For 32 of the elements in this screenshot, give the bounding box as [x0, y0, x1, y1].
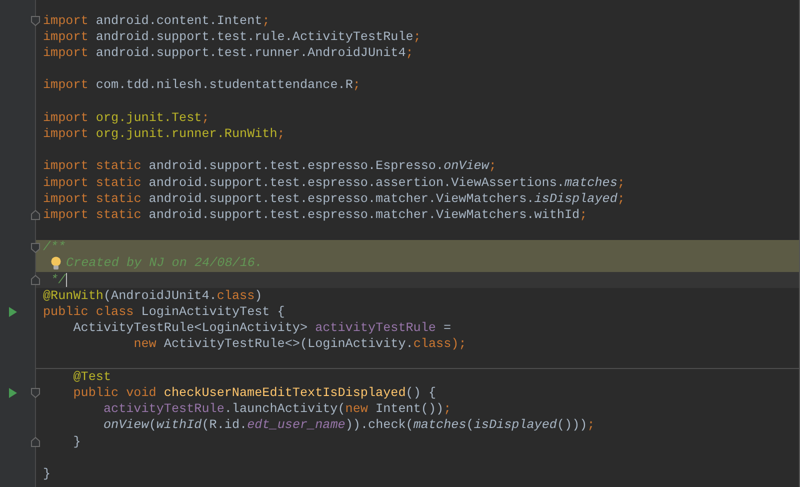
code-line: import org.junit.runner.RunWith;: [43, 126, 285, 143]
code-line: ActivityTestRule<LoginActivity> activityTestRule =: [73, 320, 452, 338]
code-line: import static android.support.test.espresso.matcher.ViewMatchers.withId;: [43, 206, 588, 224]
code-line: new ActivityTestRule<>(LoginActivity.class);: [134, 336, 466, 354]
code-line: import android.support.test.rule.ActivityTestRule;: [43, 28, 421, 46]
code-line: import org.junit.Test;: [43, 110, 210, 127]
code-line: public void checkUserNameEditTextIsDisplayed() {: [73, 384, 436, 402]
code-line: @Test: [73, 368, 112, 386]
run-icon[interactable]: [9, 307, 17, 318]
code-line: }: [73, 434, 81, 451]
code-line: import com.tdd.nilesh.studentattendance.R;: [43, 77, 360, 94]
code-line: import static android.support.test.espresso.matcher.ViewMatchers.isDisplayed;: [43, 190, 625, 208]
fold-icon[interactable]: [31, 242, 40, 253]
code-line: /**: [43, 239, 66, 256]
fold-icon[interactable]: [31, 210, 40, 220]
code-line: activityTestRule.launchActivity(new Intent());: [103, 401, 452, 418]
code-line: import android.support.test.runner.AndroidJUnit4;: [43, 45, 414, 62]
code-line: */: [50, 272, 66, 289]
code-line: public class LoginActivityTest {: [43, 304, 285, 322]
code-line: onView(withId(R.id.edt_user_name)).check(matches(isDisplayed()));: [103, 417, 595, 434]
run-icon[interactable]: [9, 388, 17, 398]
fold-icon[interactable]: [31, 275, 40, 285]
lightbulb-icon[interactable]: [50, 256, 62, 272]
fold-icon[interactable]: [31, 16, 40, 26]
fold-icon[interactable]: [31, 436, 40, 447]
fold-icon[interactable]: [31, 388, 40, 398]
code-line: }: [43, 466, 51, 483]
code-line: import static android.support.test.espresso.assertion.ViewAssertions.matches;: [43, 174, 625, 192]
code-line: import static android.support.test.espresso.Espresso.onView;: [43, 158, 496, 176]
code-line: Created by NJ on 24/08/16.: [66, 255, 262, 272]
code-line: import android.content.Intent;: [43, 12, 270, 30]
code-line: @RunWith(AndroidJUnit4.class): [43, 288, 262, 305]
